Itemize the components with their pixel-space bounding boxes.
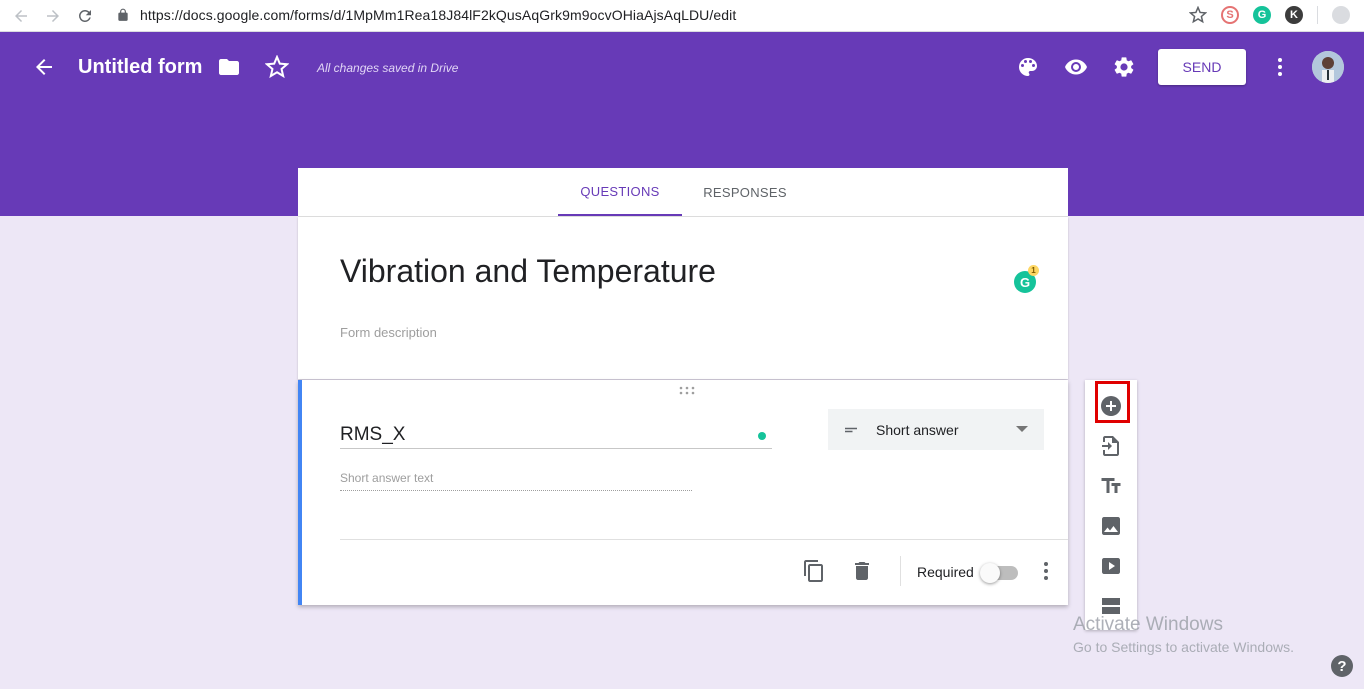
activate-windows-subtitle: Go to Settings to activate Windows. [1073, 639, 1294, 655]
ext-red-icon[interactable]: S [1221, 6, 1239, 24]
form-doc-title[interactable]: Untitled form [78, 56, 202, 79]
highlight-annotation [1095, 381, 1130, 423]
form-description-field[interactable]: Form description [340, 325, 437, 340]
duplicate-icon[interactable] [802, 559, 826, 583]
activate-windows-title: Activate Windows [1073, 614, 1223, 635]
footer-divider [900, 556, 901, 586]
grammarly-dot-icon [758, 432, 766, 440]
browser-reload-icon[interactable] [74, 5, 96, 27]
avatar[interactable] [1312, 51, 1344, 83]
answer-underline [340, 490, 692, 491]
question-title-underline [340, 448, 772, 449]
save-status: All changes saved in Drive [317, 61, 459, 75]
tab-questions[interactable]: QUESTIONS [558, 168, 682, 216]
add-title-icon[interactable] [1099, 474, 1123, 498]
more-vert-icon[interactable] [1268, 55, 1292, 79]
import-questions-icon[interactable] [1099, 434, 1123, 458]
question-type-label: Short answer [876, 421, 959, 438]
form-title-input[interactable]: Vibration and Temperature [340, 253, 716, 290]
settings-gear-icon[interactable] [1112, 55, 1136, 79]
bookmark-star-icon[interactable] [1189, 6, 1207, 24]
url-text: https://docs.google.com/forms/d/1MpMm1Re… [140, 7, 737, 23]
toolbar-divider [1317, 6, 1318, 24]
k-extension-icon[interactable]: K [1285, 6, 1303, 24]
grammarly-icon[interactable]: G [1253, 6, 1271, 24]
tab-responses[interactable]: RESPONSES [690, 168, 800, 216]
question-title-input[interactable]: RMS_X [340, 424, 405, 446]
profile-icon[interactable] [1332, 6, 1350, 24]
add-video-icon[interactable] [1099, 554, 1123, 578]
question-more-vert-icon[interactable] [1034, 559, 1058, 583]
required-label: Required [917, 564, 974, 580]
browser-back-icon[interactable] [10, 5, 32, 27]
required-toggle-thumb[interactable] [980, 563, 1000, 583]
chevron-down-icon [1016, 426, 1028, 432]
address-bar[interactable]: https://docs.google.com/forms/d/1MpMm1Re… [116, 4, 736, 26]
star-icon[interactable] [264, 54, 290, 79]
browser-forward-icon[interactable] [42, 5, 64, 27]
answer-placeholder: Short answer text [340, 471, 434, 485]
send-button[interactable]: SEND [1158, 49, 1246, 85]
question-footer-divider [340, 539, 1068, 540]
short-answer-icon [845, 427, 857, 432]
preview-eye-icon[interactable] [1064, 55, 1088, 79]
drag-handle-icon[interactable] [678, 386, 696, 396]
delete-trash-icon[interactable] [850, 559, 874, 583]
palette-icon[interactable] [1016, 55, 1040, 79]
folder-icon[interactable] [217, 55, 241, 79]
form-title-card: Vibration and Temperature Form descripti… [298, 217, 1068, 379]
back-arrow-icon[interactable] [32, 55, 56, 79]
help-icon[interactable]: ? [1331, 655, 1353, 677]
tab-bar: QUESTIONS RESPONSES [298, 168, 1068, 217]
question-type-dropdown[interactable]: Short answer [828, 409, 1044, 450]
grammarly-badge-icon: 1 [1028, 265, 1039, 276]
lock-icon [118, 8, 128, 21]
browser-toolbar: https://docs.google.com/forms/d/1MpMm1Re… [0, 0, 1364, 32]
add-image-icon[interactable] [1099, 514, 1123, 538]
question-card[interactable]: RMS_X Short answer Short answer text Req… [298, 380, 1068, 605]
